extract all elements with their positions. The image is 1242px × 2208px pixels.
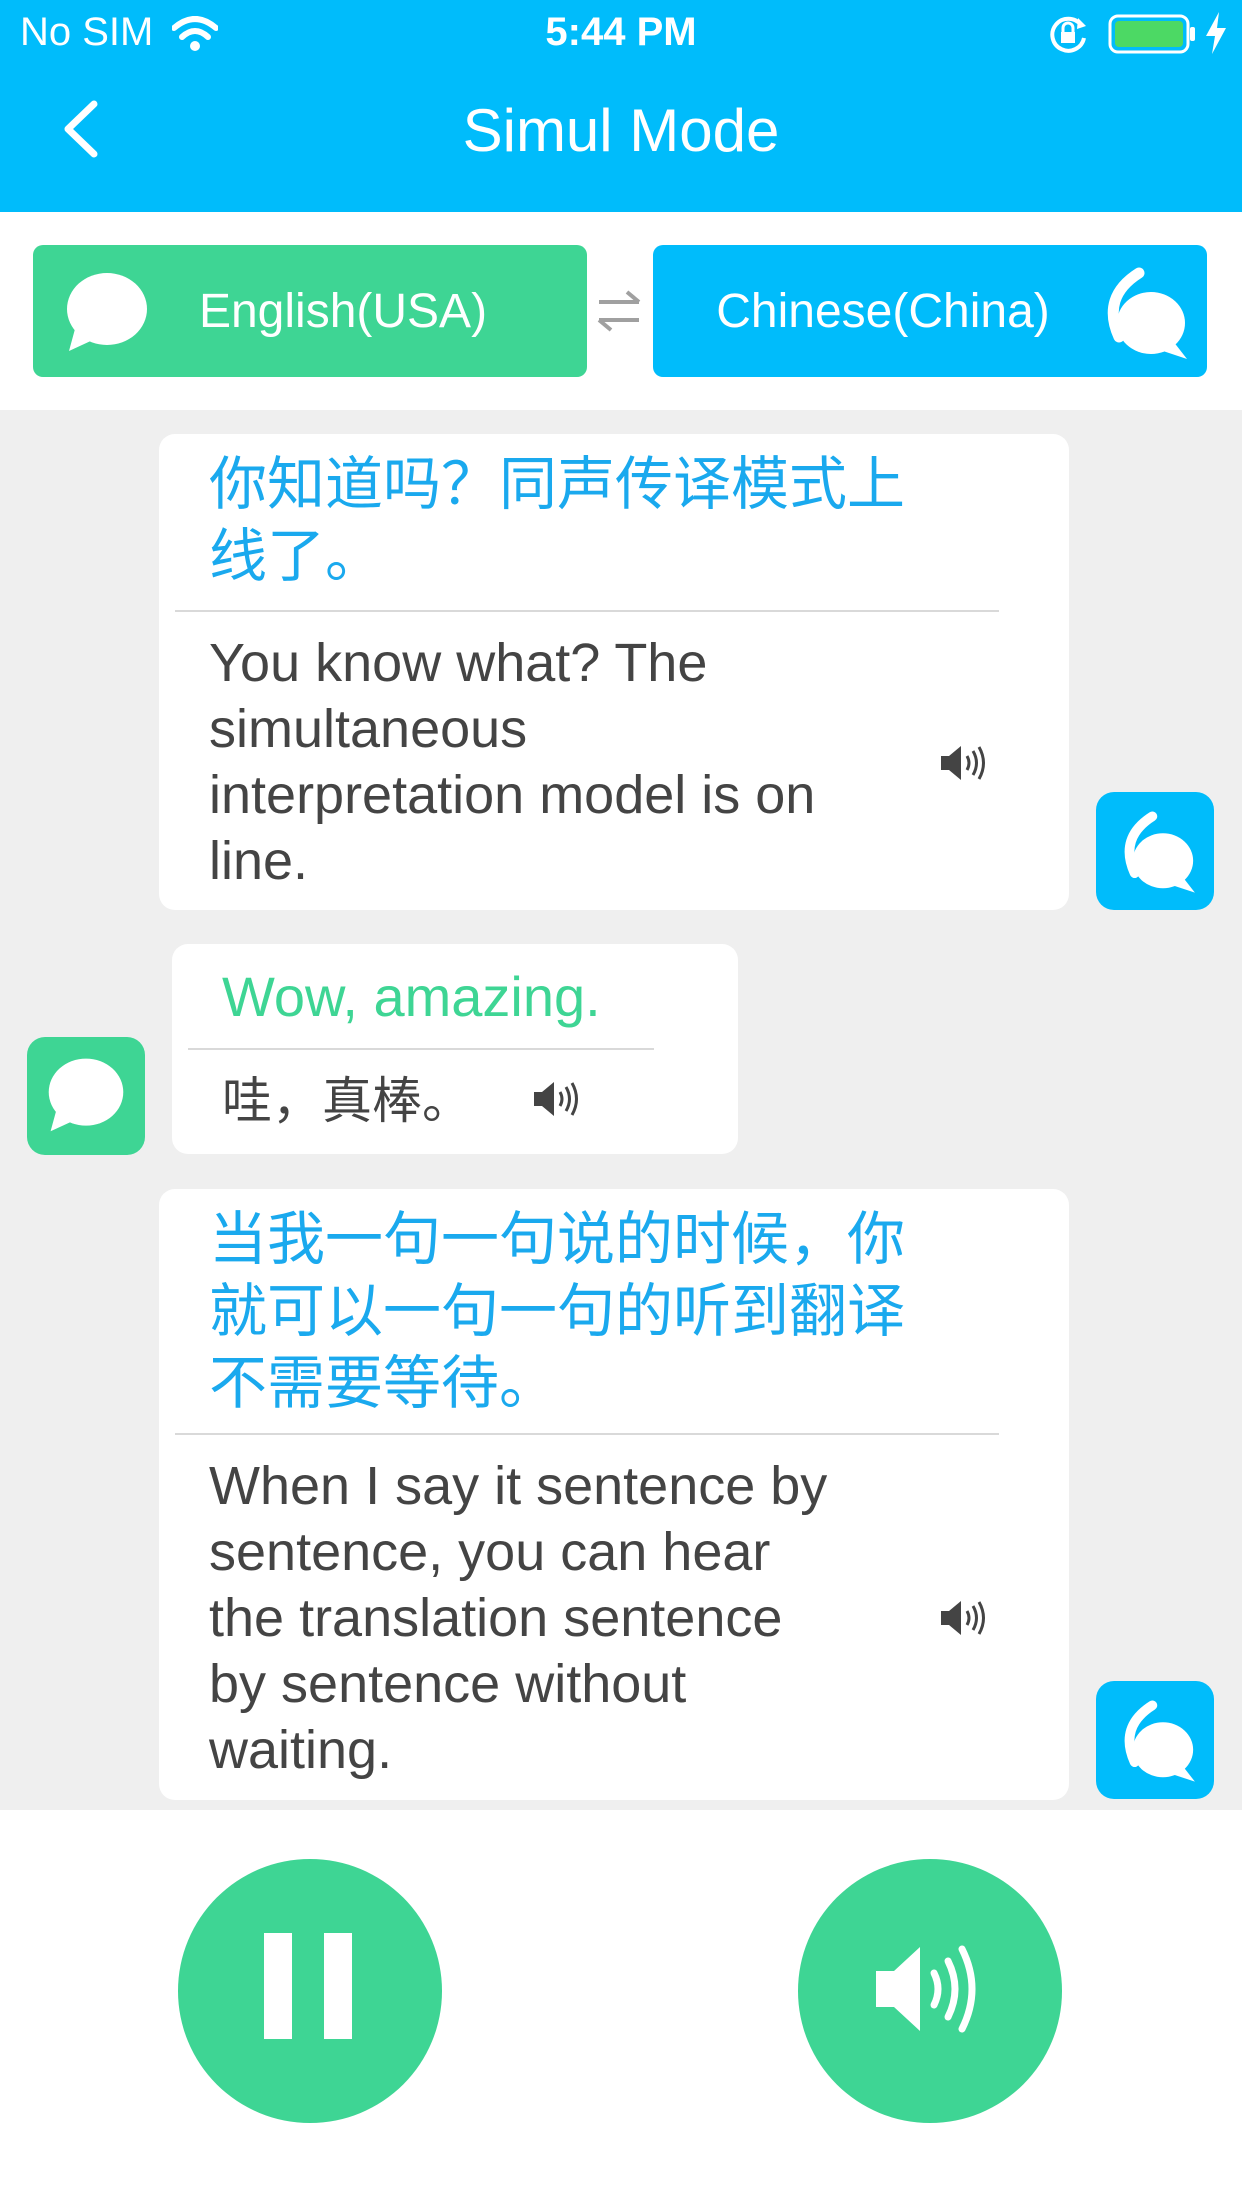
message-source-text: 当我一句一句说的时候，你 就可以一句一句的听到翻译 不需要等待。 xyxy=(209,1205,906,1417)
pause-button[interactable] xyxy=(178,1859,442,2123)
source-language-label: English(USA) xyxy=(198,284,488,338)
message-translation-text: When I say it sentence by sentence, you … xyxy=(209,1456,828,1780)
message-translation-text: You know what? The simultaneous interpre… xyxy=(209,633,816,891)
pause-icon xyxy=(264,1933,352,2039)
message-bubble: 当我一句一句说的时候，你 就可以一句一句的听到翻译 不需要等待。 When I … xyxy=(159,1189,1069,1800)
chat-bubble-icon xyxy=(48,1058,124,1132)
orientation-lock-icon xyxy=(1050,16,1086,53)
message-bubble: Wow, amazing. 哇，真棒。 xyxy=(172,944,738,1154)
speaker-avatar xyxy=(1096,792,1214,910)
speaker-button[interactable] xyxy=(798,1859,1062,2123)
message-divider xyxy=(175,610,999,612)
message-bubble: 你知道吗？同声传译模式上 线了。 You know what? The simu… xyxy=(159,434,1069,910)
chat-bubble-wave-icon xyxy=(1124,811,1195,893)
speaker-icon[interactable] xyxy=(939,1597,989,1639)
chat-bubble-wave-icon xyxy=(1107,267,1187,359)
message-divider xyxy=(175,1433,999,1435)
message-divider xyxy=(188,1048,654,1050)
chat-bubble-wave-icon xyxy=(1124,1700,1195,1782)
speaker-icon[interactable] xyxy=(532,1078,582,1120)
message-source-text: Wow, amazing. xyxy=(222,965,601,1028)
speaker-avatar xyxy=(1096,1681,1214,1799)
target-language-label: Chinese(China) xyxy=(716,284,1050,338)
charging-bolt-icon xyxy=(1206,12,1226,54)
message-translation-text: 哇，真棒。 xyxy=(222,1072,472,1130)
speaker-avatar xyxy=(27,1037,145,1155)
speaker-icon[interactable] xyxy=(939,742,989,784)
speaker-icon xyxy=(876,1945,976,2033)
source-language-button[interactable]: English(USA) xyxy=(33,245,587,377)
target-language-button[interactable]: Chinese(China) xyxy=(653,245,1207,377)
battery-icon xyxy=(1108,14,1195,54)
page-title: Simul Mode xyxy=(462,97,780,164)
swap-arrows-icon[interactable] xyxy=(595,288,643,334)
message-source-text: 你知道吗？同声传译模式上 线了。 xyxy=(209,450,906,590)
